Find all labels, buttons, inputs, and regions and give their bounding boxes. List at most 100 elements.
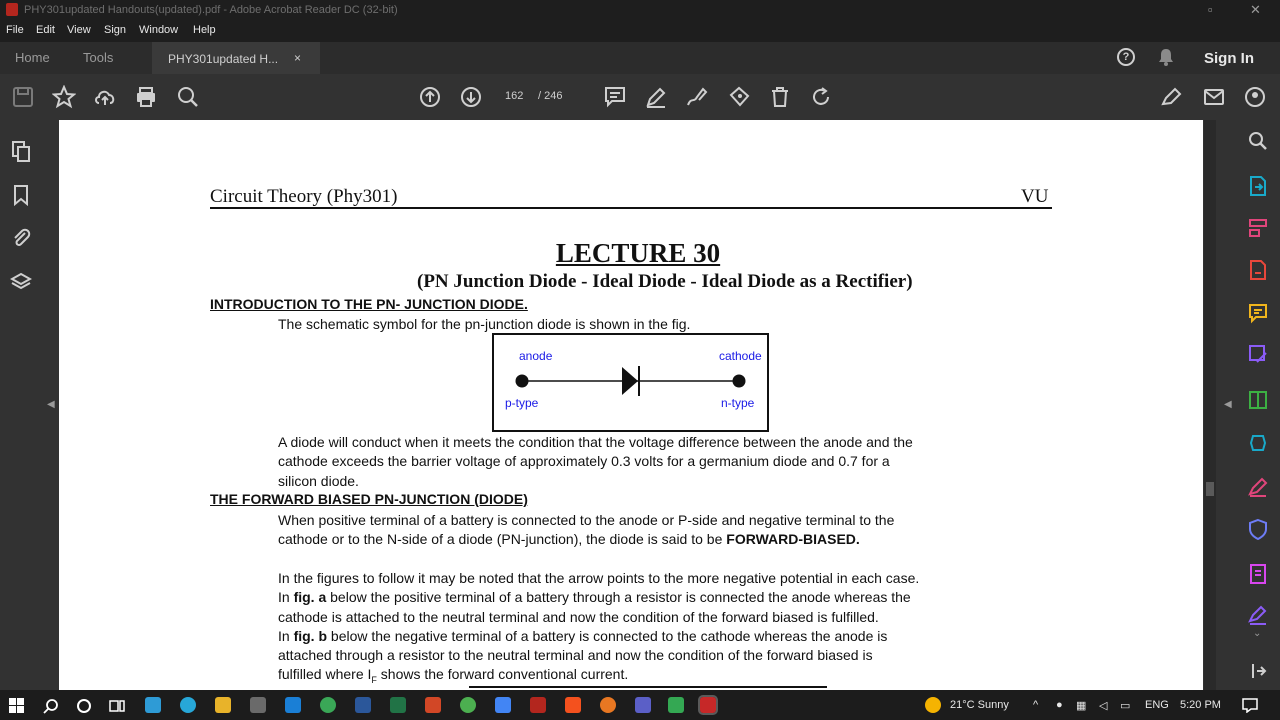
taskbar-app-sheets-icon[interactable] <box>668 697 684 713</box>
scrollbar-thumb[interactable] <box>1206 482 1214 496</box>
microphone-icon[interactable]: ● <box>1056 699 1063 711</box>
header-rule <box>210 207 1052 209</box>
taskbar-app-teams-icon[interactable] <box>635 697 651 713</box>
taskbar-chrome-icon[interactable] <box>320 697 336 713</box>
next-page-icon[interactable] <box>459 85 483 109</box>
print-icon[interactable] <box>134 85 158 109</box>
prepare-form-icon[interactable] <box>1247 563 1269 585</box>
battery-icon: ▭ <box>1120 700 1131 712</box>
task-view-icon[interactable] <box>109 698 125 714</box>
vertical-scrollbar[interactable] <box>1204 120 1216 690</box>
export-pdf-icon[interactable] <box>1247 175 1269 197</box>
windows-start-icon[interactable] <box>9 698 24 713</box>
taskbar-app-blue-icon[interactable] <box>495 697 511 713</box>
sign-in-button[interactable]: Sign In <box>1204 50 1254 67</box>
menu-window[interactable]: Window <box>139 24 178 36</box>
mail-icon[interactable] <box>1202 85 1226 109</box>
tab-home[interactable]: Home <box>15 50 50 65</box>
network-icon[interactable]: ▦ <box>1076 699 1086 712</box>
scan-ocr-icon[interactable] <box>1247 432 1269 454</box>
label-anode: anode <box>519 349 553 363</box>
left-panel-collapse-icon[interactable]: ◀ <box>47 399 55 410</box>
taskbar-app-store-icon[interactable] <box>250 697 266 713</box>
draw-icon[interactable] <box>685 85 709 109</box>
right-panel-collapse-icon[interactable]: ◀ <box>1224 399 1232 410</box>
delete-icon[interactable] <box>768 85 792 109</box>
taskbar-word-icon[interactable] <box>355 697 371 713</box>
taskbar-app-firefox-icon[interactable] <box>600 697 616 713</box>
notification-center-icon[interactable] <box>1242 697 1258 713</box>
volume-icon[interactable]: ◁ <box>1099 699 1107 712</box>
bookmarks-icon[interactable] <box>10 184 32 206</box>
highlight-pen-icon[interactable] <box>644 85 668 109</box>
tray-chevron-icon[interactable]: ^ <box>1033 699 1038 711</box>
title-bar: PHY301updated Handouts(updated).pdf - Ad… <box>0 0 1280 20</box>
taskbar-acrobat-icon[interactable] <box>530 697 546 713</box>
comment-icon[interactable] <box>603 85 627 109</box>
page-thumbnails-icon[interactable] <box>10 140 32 162</box>
protect-icon[interactable] <box>1247 518 1269 540</box>
paragraph-figures-line4: In fig. b below the negative terminal of… <box>278 628 888 644</box>
help-icon[interactable]: ? <box>1117 48 1135 66</box>
language-indicator[interactable]: ENG <box>1145 699 1169 711</box>
restore-icon[interactable]: ▫ <box>1208 2 1213 17</box>
tab-tools[interactable]: Tools <box>83 50 113 65</box>
fill-sign-icon[interactable] <box>1160 85 1184 109</box>
menu-edit[interactable]: Edit <box>36 24 55 36</box>
paragraph-intro: The schematic symbol for the pn-junction… <box>278 316 691 332</box>
expand-panel-icon[interactable] <box>1247 660 1269 682</box>
paragraph-conduction-line3: silicon diode. <box>278 473 359 489</box>
taskbar-app-edge-icon[interactable] <box>145 697 161 713</box>
label-n-type: n-type <box>721 396 755 410</box>
weather-text[interactable]: 21°C Sunny <box>950 699 1009 711</box>
create-pdf-icon[interactable] <box>1247 259 1269 281</box>
edit-pdf-icon[interactable] <box>1247 343 1269 365</box>
tab-document[interactable]: PHY301updated H... × <box>152 42 320 74</box>
taskbar-search-icon[interactable] <box>43 698 59 714</box>
taskbar-powerpoint-icon[interactable] <box>425 697 441 713</box>
cortana-icon[interactable] <box>76 698 92 714</box>
weather-sun-icon <box>925 697 941 713</box>
paragraph-figures-line5: attached through a resistor to the neutr… <box>278 647 873 663</box>
menu-view[interactable]: View <box>67 24 91 36</box>
save-icon[interactable] <box>11 85 35 109</box>
layers-icon[interactable] <box>10 271 32 293</box>
more-tools-chevron-icon[interactable]: ⌄ <box>1253 628 1261 639</box>
taskbar-app-green-icon[interactable] <box>460 697 476 713</box>
paragraph-forward-line1: When positive terminal of a battery is c… <box>278 512 895 528</box>
stamp-icon[interactable] <box>727 85 751 109</box>
page-header-institution: VU <box>1021 186 1049 207</box>
taskbar-app-orange-icon[interactable] <box>565 697 581 713</box>
menu-file[interactable]: File <box>6 24 24 36</box>
comment-tool-icon[interactable] <box>1247 302 1269 324</box>
bell-icon[interactable] <box>1158 48 1174 66</box>
cloud-upload-icon[interactable] <box>93 85 117 109</box>
taskbar-active-acrobat-icon[interactable] <box>698 695 718 715</box>
label-p-type: p-type <box>505 396 539 410</box>
close-window-icon[interactable]: ✕ <box>1250 2 1261 18</box>
organize-pages-icon[interactable] <box>1247 217 1269 239</box>
clock[interactable]: 5:20 PM <box>1180 699 1221 711</box>
menu-sign[interactable]: Sign <box>104 24 126 36</box>
bookmark-star-icon[interactable] <box>52 85 76 109</box>
request-signature-icon[interactable] <box>1247 604 1269 626</box>
tab-document-label: PHY301updated H... <box>168 52 279 66</box>
menu-help[interactable]: Help <box>193 24 216 36</box>
zoom-icon[interactable] <box>1247 130 1269 152</box>
previous-page-icon[interactable] <box>418 85 442 109</box>
taskbar-app-mail-icon[interactable] <box>285 697 301 713</box>
share-user-icon[interactable] <box>1243 85 1267 109</box>
fill-and-sign-icon[interactable] <box>1247 476 1269 498</box>
attachments-icon[interactable] <box>10 227 32 249</box>
taskbar-excel-icon[interactable] <box>390 697 406 713</box>
tab-close-icon[interactable]: × <box>294 51 301 65</box>
page-header-course: Circuit Theory (Phy301) <box>210 186 398 207</box>
combine-files-icon[interactable] <box>1247 389 1269 411</box>
menu-bar: File Edit View Sign Window Help <box>0 20 1280 42</box>
search-icon[interactable] <box>176 85 200 109</box>
taskbar-file-explorer-icon[interactable] <box>215 697 231 713</box>
rotate-icon[interactable] <box>809 85 833 109</box>
pdf-page: Circuit Theory (Phy301) VU LECTURE 30 (P… <box>59 120 1203 690</box>
taskbar-app-browser-icon[interactable] <box>180 697 196 713</box>
page-number-input[interactable]: 162 <box>505 90 523 102</box>
